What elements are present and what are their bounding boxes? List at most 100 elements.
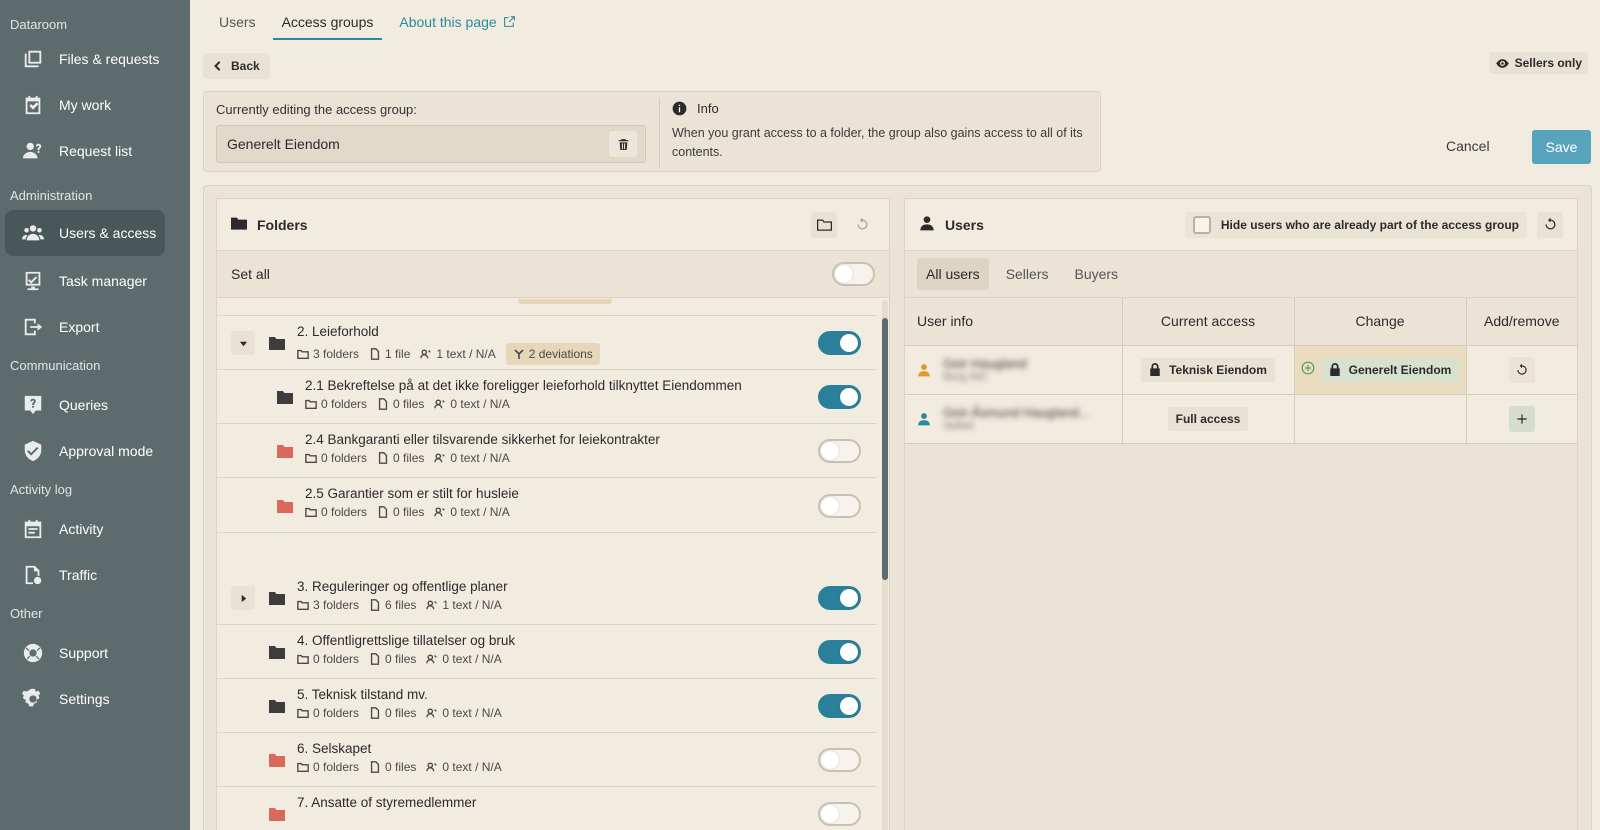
list-item[interactable]: 7 folders 10 files 2 text / N/A 4 deviation…: [217, 299, 877, 316]
folder-icon: [269, 336, 285, 350]
folder-access-toggle[interactable]: [818, 586, 861, 610]
files-icon: [21, 47, 45, 71]
sellers-only-toggle[interactable]: Sellers only: [1488, 52, 1588, 74]
folder-view-button[interactable]: [811, 211, 837, 238]
delete-group-button[interactable]: [609, 131, 637, 157]
sidebar-item-approval-mode[interactable]: Approval mode: [5, 428, 165, 474]
folder-access-toggle[interactable]: [818, 694, 861, 718]
back-label: Back: [231, 59, 260, 73]
sidebar-item-task-manager[interactable]: Task manager: [5, 258, 165, 304]
files-count: 0 files: [369, 652, 416, 666]
group-name-field[interactable]: Generelt Eiendom: [216, 125, 646, 163]
tab-about-this-page[interactable]: About this page: [390, 0, 524, 40]
sidebar-section-dataroom: Dataroom: [10, 17, 68, 32]
activity-icon: [21, 517, 45, 541]
expand-button[interactable]: [231, 331, 255, 355]
folder-access-toggle[interactable]: [818, 439, 861, 463]
col-add-remove: Add/remove: [1466, 298, 1577, 346]
col-current-access: Current access: [1122, 298, 1295, 346]
undo-change-button[interactable]: [1508, 356, 1535, 383]
folder-meta: 0 folders 0 files 0 text / N/A: [297, 706, 512, 720]
eye-icon: [1495, 58, 1509, 68]
folder-access-toggle[interactable]: [818, 331, 861, 355]
sidebar-item-request-list[interactable]: Request list: [5, 128, 165, 174]
deviations-badge[interactable]: 4 deviations: [518, 299, 613, 304]
reset-folders-button[interactable]: [849, 212, 875, 238]
folders-scrollbar[interactable]: [882, 300, 888, 830]
list-item[interactable]: 6. Selskapet 0 folders 0 files 0 text / N/A: [217, 733, 877, 787]
folder-icon: [277, 390, 293, 404]
sidebar-item-my-work[interactable]: My work: [5, 82, 165, 128]
folder-access-toggle[interactable]: [818, 385, 861, 409]
sidebar-item-users-access[interactable]: Users & access: [5, 210, 165, 256]
list-item[interactable]: 2. Leieforhold 3 folders 1 file 1 text / N/…: [217, 316, 877, 370]
files-count: 0 files: [377, 451, 424, 465]
sellers-only-label: Sellers only: [1514, 56, 1582, 70]
sidebar-item-label: Task manager: [59, 273, 147, 289]
sidebar-item-queries[interactable]: Queries: [5, 382, 165, 428]
sidebar-item-label: Request list: [59, 143, 133, 159]
tab-buyers[interactable]: Buyers: [1065, 258, 1127, 290]
hide-existing-users-checkbox[interactable]: Hide users who are already part of the a…: [1184, 211, 1527, 238]
folder-access-toggle[interactable]: [818, 640, 861, 664]
cancel-button[interactable]: Cancel: [1446, 138, 1490, 154]
sidebar-item-traffic[interactable]: Traffic: [5, 552, 165, 598]
set-all-label: Set all: [231, 266, 270, 282]
user-company: Berg INC: [943, 371, 989, 383]
checkbox[interactable]: [1192, 215, 1211, 234]
export-icon: [21, 315, 45, 339]
list-item[interactable]: 2.1 Bekreftelse på at det ikke foreligge…: [217, 370, 877, 424]
set-all-toggle[interactable]: [832, 262, 875, 286]
table-row: Geir Haugland Berg INC Teknisk Eiendom Ge…: [905, 345, 1577, 395]
back-button[interactable]: Back: [203, 53, 270, 79]
editing-card: Currently editing the access group: Gene…: [203, 91, 1101, 172]
plus-icon: [1517, 413, 1527, 424]
folder-meta: 0 folders 0 files 0 text / N/A: [305, 451, 520, 465]
tab-about-label: About this page: [399, 14, 497, 30]
caret-right-icon: [241, 594, 246, 602]
files-count: 0 files: [369, 706, 416, 720]
sidebar: Dataroom Files & requests My work Reques…: [0, 0, 190, 830]
sidebar-item-label: Files & requests: [59, 51, 160, 67]
deviations-badge[interactable]: 2 deviations: [505, 343, 600, 365]
files-count: 6 files: [369, 598, 416, 612]
info-icon: [672, 101, 687, 116]
top-tabs: Users Access groups About this page: [210, 0, 533, 40]
text-count: 0 text / N/A: [434, 397, 510, 411]
tab-users[interactable]: Users: [210, 0, 265, 40]
folder-list: 7 folders 10 files 2 text / N/A 4 deviation…: [217, 299, 877, 830]
folder-outline-icon: [816, 219, 832, 231]
list-item[interactable]: 2.5 Garantier som er stilt for husleie 0 …: [217, 478, 877, 533]
sidebar-item-label: Queries: [59, 397, 109, 413]
sidebar-item-export[interactable]: Export: [5, 304, 165, 350]
sidebar-item-activity[interactable]: Activity: [5, 506, 165, 552]
sidebar-item-settings[interactable]: Settings: [5, 676, 165, 722]
folder-name: 3. Reguleringer og offentlige planer: [297, 579, 508, 594]
expand-button[interactable]: [231, 586, 255, 610]
col-change: Change: [1294, 298, 1467, 346]
folder-access-toggle[interactable]: [818, 802, 861, 826]
list-item[interactable]: 4. Offentligrettslige tillatelser og bru…: [217, 625, 877, 679]
folder-meta: 3 folders 1 file 1 text / N/A 2 deviations: [297, 343, 610, 365]
sidebar-item-files-requests[interactable]: Files & requests: [5, 36, 165, 82]
folder-meta: 3 folders 6 files 1 text / N/A: [297, 598, 512, 612]
scroll-thumb[interactable]: [882, 318, 888, 580]
task-icon: [21, 269, 45, 293]
folder-access-toggle[interactable]: [818, 748, 861, 772]
list-item[interactable]: 5. Teknisk tilstand mv. 0 folders 0 files 0…: [217, 679, 877, 733]
tab-access-groups[interactable]: Access groups: [272, 0, 383, 40]
reset-users-button[interactable]: [1537, 211, 1563, 238]
user-role-icon: [918, 363, 930, 376]
list-item[interactable]: 3. Reguleringer og offentlige planer 3 fo…: [217, 571, 877, 625]
tab-all-users[interactable]: All users: [917, 258, 989, 290]
folder-meta: 7 folders 10 files 2 text / N/A 4 deviation…: [297, 299, 622, 304]
sidebar-item-label: Support: [59, 645, 109, 661]
undo-icon: [1517, 363, 1527, 375]
save-button[interactable]: Save: [1532, 130, 1591, 164]
list-item[interactable]: 2.4 Bankgaranti eller tilsvarende sikker…: [217, 424, 877, 478]
list-item[interactable]: 7. Ansatte of styremedlemmer: [217, 787, 877, 830]
tab-sellers[interactable]: Sellers: [997, 258, 1058, 290]
sidebar-item-support[interactable]: Support: [5, 630, 165, 676]
add-user-button[interactable]: [1508, 405, 1535, 432]
folder-access-toggle[interactable]: [818, 493, 861, 518]
